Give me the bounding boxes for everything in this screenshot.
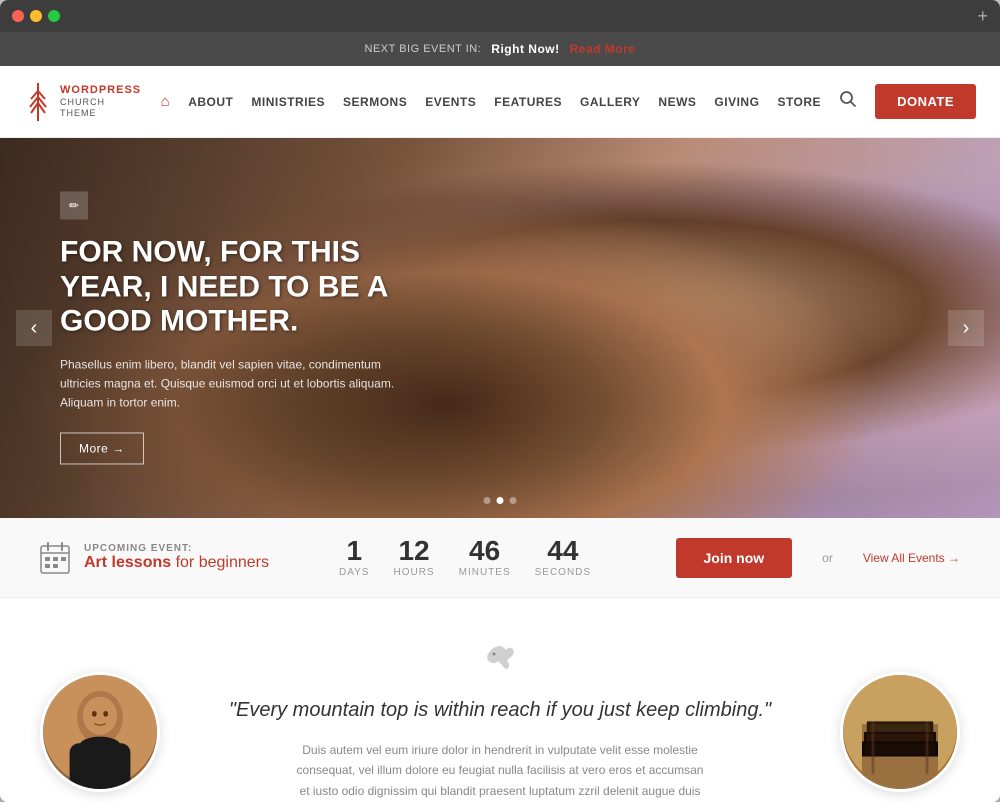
event-label: UPCOMING EVENT: [84,543,269,554]
hero-slider: ‹ ✏ FOR NOW, FOR THIS YEAR, I NEED TO BE… [0,138,1000,518]
pencil-icon: ✏ [60,191,88,219]
dot-3[interactable] [510,497,517,504]
search-icon[interactable] [839,90,857,113]
nav-store[interactable]: STORE [777,95,821,109]
event-text: UPCOMING EVENT: Art lessons for beginner… [84,543,269,572]
countdown-timer: 1 DAYS 12 HOURS 46 MINUTES 44 SECONDS [339,537,591,578]
nav-news[interactable]: NEWS [658,95,696,109]
days-label: DAYS [339,567,370,578]
nav-ministries[interactable]: MINISTRIES [251,95,325,109]
view-all-events-link[interactable]: View All Events → [863,551,960,565]
hours-label: HOURS [393,567,434,578]
event-info: UPCOMING EVENT: Art lessons for beginner… [40,542,269,574]
close-button[interactable] [12,10,24,22]
calendar-icon [40,542,70,574]
nav-events[interactable]: EVENTS [425,95,476,109]
logo[interactable]: WORDPRESS CHURCH THEME [24,82,141,122]
quote-body: Duis autem vel eum iriure dolor in hendr… [290,740,710,802]
topbar-read-more-link[interactable]: Read More [570,42,636,56]
count-minutes: 46 MINUTES [459,537,511,578]
books-avatar-container: New Here? [840,672,960,802]
topbar-event-text: Right Now! [491,42,559,56]
pastor-avatar [40,672,160,792]
hero-title: FOR NOW, FOR THIS YEAR, I NEED TO BE A G… [60,235,400,339]
testimonial-section: Our Pastors "Every mountain top is withi… [0,598,1000,802]
pastor-avatar-container: Our Pastors [40,672,160,802]
maximize-button[interactable] [48,10,60,22]
top-bar: NEXT BIG EVENT IN: Right Now! Read More [0,32,1000,66]
minutes-value: 46 [459,537,511,565]
seconds-label: SECONDS [535,567,591,578]
logo-icon [24,82,52,122]
site-wrapper: NEXT BIG EVENT IN: Right Now! Read More [0,32,1000,802]
nav-features[interactable]: FEATURES [494,95,562,109]
hours-value: 12 [393,537,434,565]
books-avatar [840,672,960,792]
main-nav: ⌂ ABOUT MINISTRIES SERMONS EVENTS FEATUR… [161,84,976,119]
logo-text: WORDPRESS CHURCH THEME [60,84,141,119]
or-text: or [822,551,833,565]
browser-chrome: + [0,0,1000,32]
minutes-label: MINUTES [459,567,511,578]
days-value: 1 [339,537,370,565]
testimonial-middle: "Every mountain top is within reach if y… [200,638,800,802]
quote-text: "Every mountain top is within reach if y… [200,696,800,724]
hero-description: Phasellus enim libero, blandit vel sapie… [60,355,400,413]
new-tab-button[interactable]: + [977,6,988,27]
slider-next-button[interactable]: › [948,310,984,346]
seconds-value: 44 [535,537,591,565]
nav-gallery[interactable]: GALLERY [580,95,640,109]
event-bar: UPCOMING EVENT: Art lessons for beginner… [0,518,1000,598]
count-days: 1 DAYS [339,537,370,578]
nav-home[interactable]: ⌂ [161,93,171,110]
event-name: Art lessons for beginners [84,554,269,572]
slider-prev-button[interactable]: ‹ [16,310,52,346]
browser-window: + NEXT BIG EVENT IN: Right Now! Read Mor… [0,0,1000,802]
count-seconds: 44 SECONDS [535,537,591,578]
nav-sermons[interactable]: SERMONS [343,95,407,109]
topbar-label: NEXT BIG EVENT IN: [365,43,482,55]
hero-content: ✏ FOR NOW, FOR THIS YEAR, I NEED TO BE A… [60,191,400,464]
donate-button[interactable]: Donate [875,84,976,119]
dot-1[interactable] [484,497,491,504]
join-now-button[interactable]: Join now [676,538,793,578]
hero-more-button[interactable]: More → [60,433,144,465]
dot-2[interactable] [497,497,504,504]
nav-about[interactable]: ABOUT [188,95,233,109]
dove-icon [200,638,800,686]
site-header: WORDPRESS CHURCH THEME ⌂ ABOUT MINISTRIE… [0,66,1000,138]
nav-giving[interactable]: GIVING [714,95,759,109]
count-hours: 12 HOURS [393,537,434,578]
minimize-button[interactable] [30,10,42,22]
slider-dots [484,497,517,504]
